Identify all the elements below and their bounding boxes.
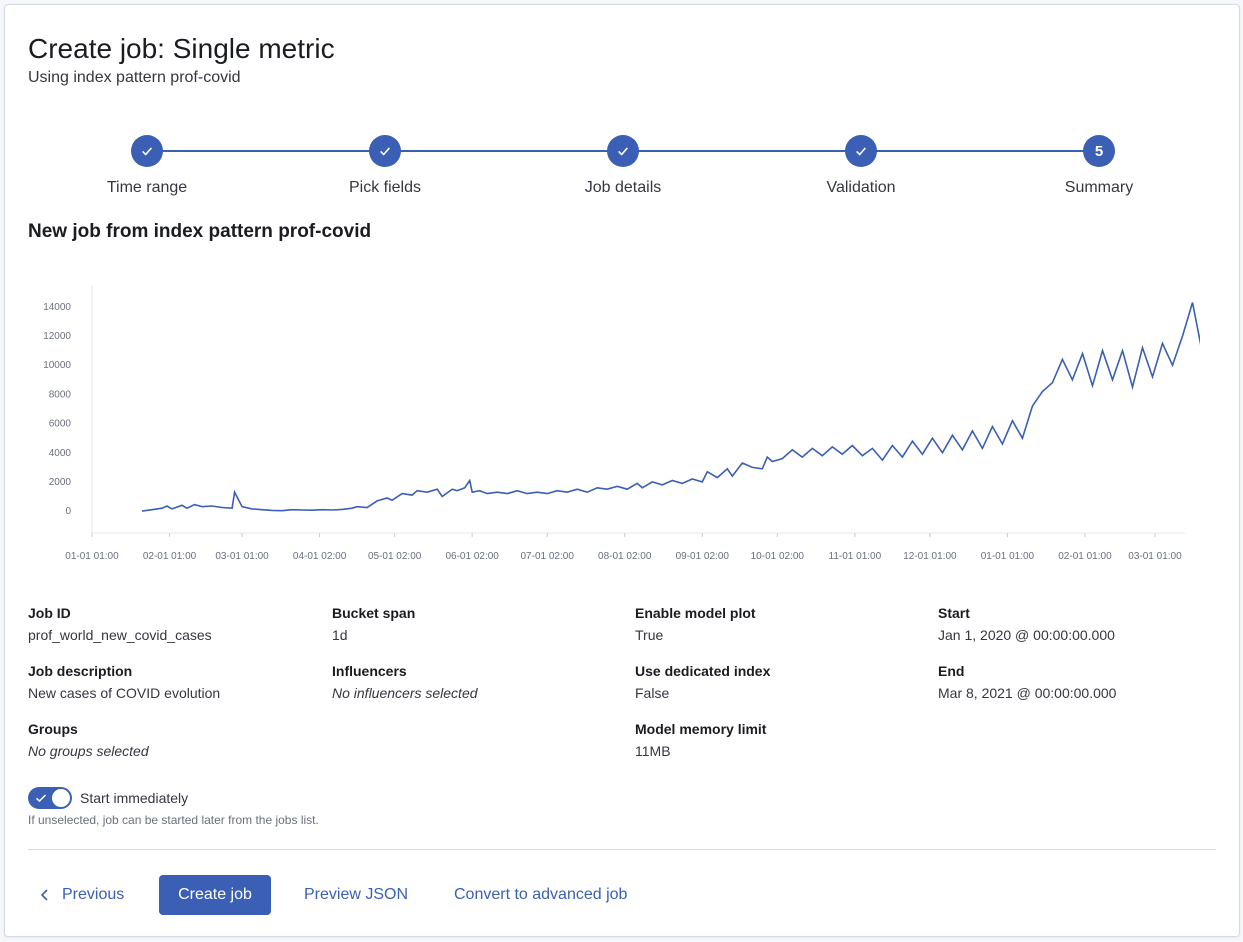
page-subtitle: Using index pattern prof-covid bbox=[28, 69, 241, 86]
x-tick-label: 03-01 01:00 bbox=[215, 551, 269, 562]
step-label: Validation bbox=[826, 179, 896, 196]
start-immediately-label[interactable]: Start immediately bbox=[80, 790, 188, 806]
y-tick-label: 8000 bbox=[49, 389, 72, 400]
check-icon bbox=[607, 135, 639, 167]
field-value: New cases of COVID evolution bbox=[28, 685, 221, 701]
field-label: Groups bbox=[28, 721, 78, 737]
y-tick-label: 6000 bbox=[49, 419, 72, 430]
job-chart: 0 2000 4000 6000 8000 10000 12000 14000 01-01 0… bbox=[25, 275, 1200, 575]
step-time-range[interactable]: Time range bbox=[67, 135, 227, 197]
field-model-memory-limit: Model memory limit 11MB bbox=[635, 721, 935, 759]
y-tick-label: 14000 bbox=[43, 302, 71, 313]
field-value: Mar 8, 2021 @ 00:00:00.000 bbox=[938, 685, 1117, 701]
field-use-dedicated-index: Use dedicated index False bbox=[635, 663, 935, 701]
field-value: prof_world_new_covid_cases bbox=[28, 627, 212, 643]
x-tick-label: 10-01 02:00 bbox=[751, 551, 805, 562]
y-tick-label: 10000 bbox=[43, 360, 71, 371]
footer-divider bbox=[28, 849, 1216, 850]
check-icon bbox=[131, 135, 163, 167]
x-tick-label: 07-01 02:00 bbox=[521, 551, 575, 562]
field-label: Start bbox=[938, 605, 970, 621]
x-tick-label: 04-01 02:00 bbox=[293, 551, 347, 562]
y-tick-label: 4000 bbox=[49, 448, 72, 459]
y-tick-label: 12000 bbox=[43, 331, 71, 342]
field-label: Job description bbox=[28, 663, 133, 679]
step-pick-fields[interactable]: Pick fields bbox=[305, 135, 465, 197]
wizard-steps: Time range Pick fields Job details Valid… bbox=[65, 135, 1175, 205]
x-tick-label: 12-01 01:00 bbox=[903, 551, 957, 562]
start-immediately-help: If unselected, job can be started later … bbox=[28, 813, 319, 827]
previous-button[interactable]: Previous bbox=[40, 875, 124, 915]
field-job-id: Job ID prof_world_new_covid_cases bbox=[28, 605, 328, 643]
field-label: Influencers bbox=[332, 663, 407, 679]
step-label: Summary bbox=[1064, 179, 1134, 196]
section-title: New job from index pattern prof-covid bbox=[28, 221, 372, 242]
page-title: Create job: Single metric bbox=[28, 33, 335, 64]
field-value: No groups selected bbox=[28, 743, 149, 759]
series-line bbox=[141, 302, 1200, 512]
create-job-button[interactable]: Create job bbox=[159, 875, 271, 915]
field-job-description: Job description New cases of COVID evolu… bbox=[28, 663, 328, 701]
field-label: End bbox=[938, 663, 965, 679]
x-tick-label: 09-01 02:00 bbox=[676, 551, 730, 562]
field-value: False bbox=[635, 685, 670, 701]
field-value: 11MB bbox=[635, 743, 671, 759]
job-summary: Job ID prof_world_new_covid_cases Job de… bbox=[28, 605, 1228, 775]
line-chart: 0 2000 4000 6000 8000 10000 12000 14000 01-01 0… bbox=[43, 285, 1200, 562]
field-end: End Mar 8, 2021 @ 00:00:00.000 bbox=[938, 663, 1238, 701]
convert-advanced-job-button[interactable]: Convert to advanced job bbox=[454, 875, 627, 915]
y-tick-label: 2000 bbox=[49, 477, 72, 488]
wizard-panel: Create job: Single metric Using index pa… bbox=[4, 4, 1240, 937]
step-job-details[interactable]: Job details bbox=[543, 135, 703, 197]
field-label: Use dedicated index bbox=[635, 663, 771, 679]
step-label: Pick fields bbox=[348, 179, 422, 196]
check-icon bbox=[36, 794, 47, 803]
x-tick-label: 06-01 02:00 bbox=[445, 551, 499, 562]
field-groups: Groups No groups selected bbox=[28, 721, 328, 759]
field-label: Model memory limit bbox=[635, 721, 767, 737]
step-summary: 5 Summary bbox=[1019, 135, 1179, 197]
field-label: Bucket span bbox=[332, 605, 416, 621]
preview-json-button[interactable]: Preview JSON bbox=[304, 875, 408, 915]
field-value: No influencers selected bbox=[332, 685, 478, 701]
field-label: Job ID bbox=[28, 605, 71, 621]
x-tick-label: 02-01 01:00 bbox=[143, 551, 197, 562]
x-tick-label: 01-01 01:00 bbox=[981, 551, 1035, 562]
x-axis: 01-01 01:00 02-01 01:00 03-01 01:00 04-01 0… bbox=[65, 532, 1185, 562]
step-validation[interactable]: Validation bbox=[781, 135, 941, 197]
y-tick-label: 0 bbox=[65, 506, 71, 517]
start-immediately-row: Start immediately bbox=[28, 787, 188, 809]
field-influencers: Influencers No influencers selected bbox=[332, 663, 632, 701]
field-enable-model-plot: Enable model plot True bbox=[635, 605, 935, 643]
previous-label: Previous bbox=[62, 886, 125, 903]
field-value: Jan 1, 2020 @ 00:00:00.000 bbox=[938, 627, 1115, 643]
x-tick-label: 03-01 01:00 bbox=[1128, 551, 1182, 562]
x-tick-label: 08-01 02:00 bbox=[598, 551, 652, 562]
check-icon bbox=[845, 135, 877, 167]
step-label: Job details bbox=[584, 179, 662, 196]
x-tick-label: 05-01 02:00 bbox=[368, 551, 422, 562]
field-value: True bbox=[635, 627, 664, 643]
wizard-footer: Previous Create job Preview JSON Convert… bbox=[28, 875, 1218, 915]
y-axis: 0 2000 4000 6000 8000 10000 12000 14000 bbox=[43, 285, 93, 533]
field-start: Start Jan 1, 2020 @ 00:00:00.000 bbox=[938, 605, 1238, 643]
start-immediately-toggle[interactable] bbox=[28, 787, 72, 809]
step-label: Time range bbox=[106, 179, 188, 196]
x-tick-label: 01-01 01:00 bbox=[65, 551, 119, 562]
check-icon bbox=[369, 135, 401, 167]
chevron-left-icon bbox=[40, 889, 48, 901]
x-tick-label: 02-01 01:00 bbox=[1058, 551, 1112, 562]
step-number: 5 bbox=[1083, 135, 1115, 167]
field-label: Enable model plot bbox=[635, 605, 756, 621]
x-tick-label: 11-01 01:00 bbox=[829, 551, 882, 562]
field-value: 1d bbox=[332, 627, 348, 643]
toggle-knob bbox=[52, 789, 70, 807]
field-bucket-span: Bucket span 1d bbox=[332, 605, 632, 643]
